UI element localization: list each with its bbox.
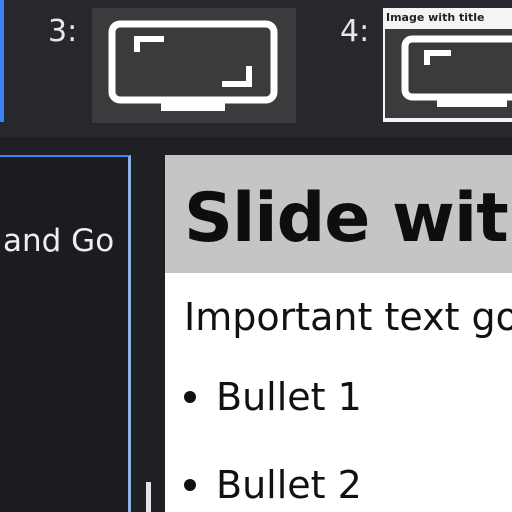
thumbnail-image-area [385,29,512,118]
slide-canvas[interactable]: Slide with Important text go Bullet 1 Bu… [165,155,512,512]
slide-title-area[interactable]: Slide with [165,155,512,273]
text-cursor [146,482,151,512]
slide-body-text[interactable]: Important text go [184,295,512,339]
bullet-item[interactable]: Bullet 1 [184,375,362,419]
selected-thumbnail-edge [0,0,4,122]
bullet-dot-icon [184,478,196,491]
thumbnail-number-4: 4: [340,14,370,49]
slide-thumbnail-4[interactable]: Image with title [383,8,512,122]
thumbnail-title: Image with title [386,11,485,24]
slide-list-panel[interactable]: and Go [0,155,131,512]
bullet-item[interactable]: Bullet 2 [184,463,362,507]
bullet-dot-icon [184,390,196,403]
thumbnail-number-3: 3: [48,14,78,49]
slide-thumbnail-strip: 3: 4: Image with title [0,0,512,137]
image-placeholder-icon [401,35,512,107]
bullet-text: Bullet 1 [216,375,362,419]
presentation-editor: 3: 4: Image with title and Go Slide wit … [0,0,512,512]
slide-title: Slide with [184,179,512,258]
slide-list-item-text: and Go [3,223,115,259]
image-placeholder-icon [108,20,278,111]
slide-thumbnail-3[interactable] [92,8,296,123]
bullet-text: Bullet 2 [216,463,362,507]
